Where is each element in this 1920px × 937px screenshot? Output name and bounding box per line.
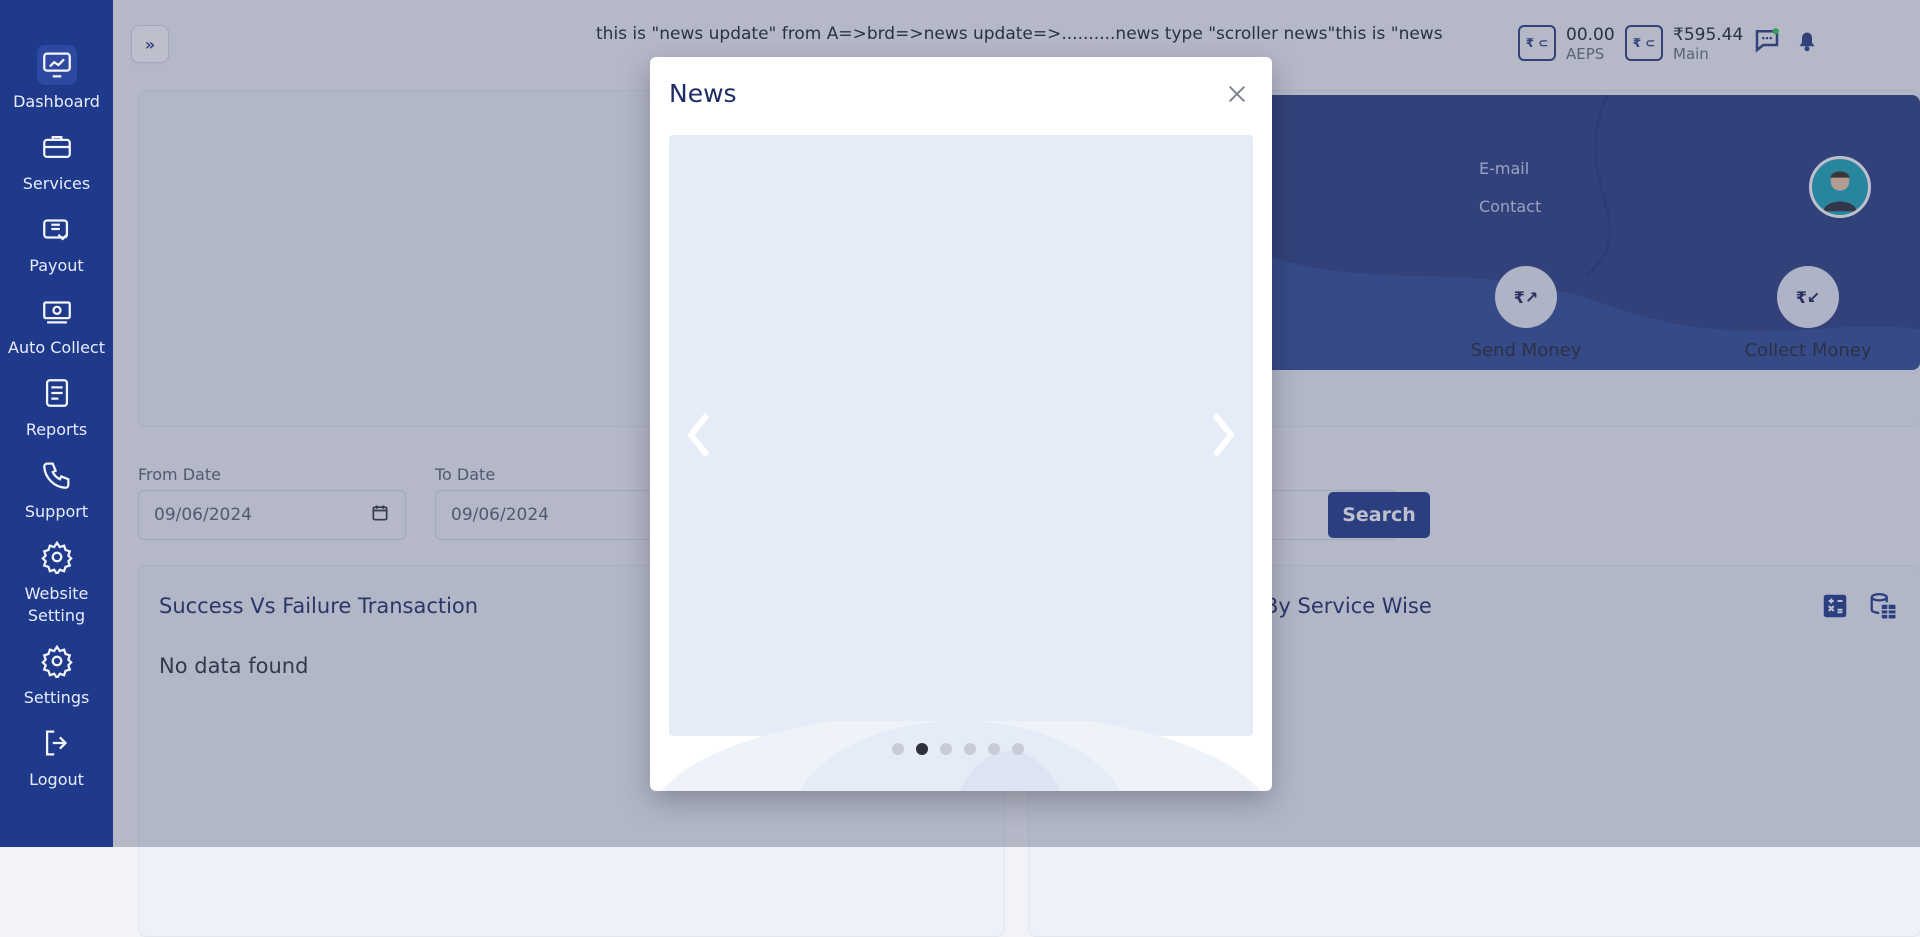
sidebar-item-dashboard[interactable]: Dashboard [0,45,113,113]
carousel-dot-6[interactable] [1012,743,1024,755]
chevron-left-icon [687,413,710,457]
sidebar-item-auto-collect[interactable]: Auto Collect [0,291,113,359]
settings-icon [37,641,77,681]
logout-icon [37,723,77,763]
news-modal: News [650,57,1272,791]
reports-icon [37,373,77,413]
sidebar-item-label: Logout [29,770,84,789]
sidebar-item-label: Payout [29,256,84,275]
carousel-dots [892,743,1024,755]
dashboard-icon [36,45,77,85]
carousel-dot-1[interactable] [892,743,904,755]
sidebar-item-label: Settings [23,688,90,707]
carousel-prev-button[interactable] [679,405,719,465]
payout-icon [37,209,77,249]
sidebar-item-services[interactable]: Services [0,127,113,195]
services-icon [37,127,77,167]
sidebar-item-label: Dashboard [13,92,100,111]
sidebar-item-label: Website Setting [24,584,89,625]
sidebar-item-logout[interactable]: Logout [0,723,113,791]
carousel-next-button[interactable] [1203,405,1243,465]
sidebar-item-label: Support [24,502,89,521]
carousel-dot-5[interactable] [988,743,1000,755]
sidebar-item-label: Services [22,174,91,193]
carousel-dot-3[interactable] [940,743,952,755]
sidebar-item-payout[interactable]: Payout [0,209,113,277]
sidebar-item-website-setting[interactable]: Website Setting [0,537,113,627]
website-setting-icon [37,537,77,577]
close-button[interactable] [1222,79,1252,109]
modal-title: News [669,79,737,108]
carousel-dot-2[interactable] [916,743,928,755]
chevron-right-icon [1212,413,1235,457]
sidebar-item-label: Auto Collect [8,338,105,357]
sidebar-item-settings[interactable]: Settings [0,641,113,709]
sidebar-item-reports[interactable]: Reports [0,373,113,441]
sidebar-item-label: Reports [25,420,88,439]
close-icon [1229,86,1245,102]
carousel-footer-decoration [650,721,1272,791]
carousel-dot-4[interactable] [964,743,976,755]
news-carousel [669,135,1253,736]
support-icon [37,455,77,495]
sidebar: Dashboard Services Payout Auto Collect R… [0,0,113,847]
auto-collect-icon [37,291,77,331]
sidebar-item-support[interactable]: Support [0,455,113,523]
